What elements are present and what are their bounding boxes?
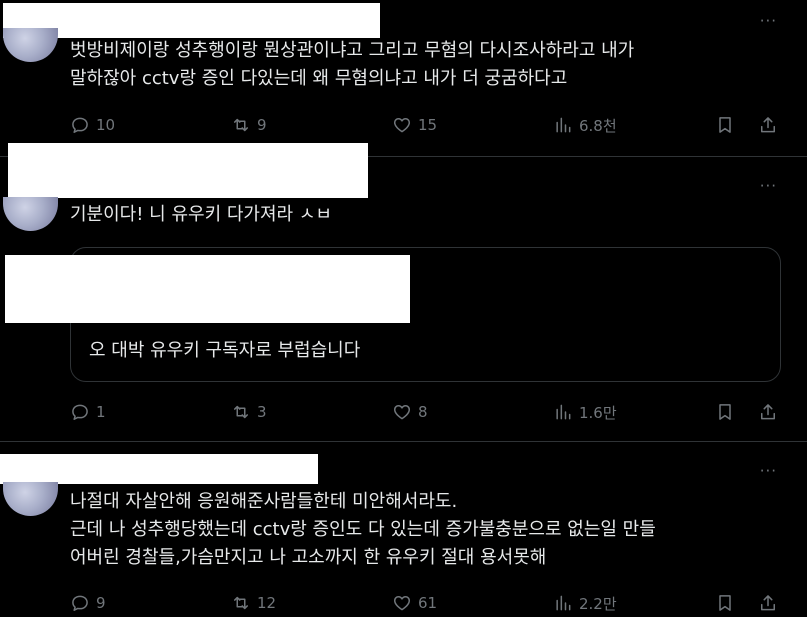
bookmark-icon: [719, 117, 731, 133]
post-text-line: 벗방비제이랑 성추행이랑 뭔상관이냐고 그리고 무혐의 다시조사하라고 내가: [70, 40, 635, 61]
post-text-line: 나절대 자살안해 응원해준사람들한테 미안해서라도.: [70, 491, 458, 512]
avatar[interactable]: [3, 482, 58, 516]
views-icon: [556, 595, 571, 611]
share-icon: [761, 595, 775, 611]
like-count: 15: [418, 116, 438, 134]
heart-icon: [393, 118, 411, 133]
repost-icon: [234, 596, 248, 610]
bookmark-icon: [719, 595, 731, 611]
bookmark-button[interactable]: [715, 400, 735, 424]
reply-icon: [72, 595, 88, 611]
reply-button[interactable]: 10: [70, 113, 115, 137]
like-count: 8: [418, 403, 428, 421]
view-count: 1.6만: [579, 403, 617, 422]
post-text-line: 어버린 경찰들,가슴만지고 나 고소까지 한 유우키 절대 용서못해: [70, 547, 547, 568]
heart-icon: [393, 405, 411, 420]
reply-icon: [72, 404, 88, 420]
views-icon: [556, 404, 571, 420]
repost-icon: [234, 118, 248, 132]
reply-button[interactable]: 1: [70, 400, 106, 424]
share-icon: [761, 404, 775, 420]
bookmark-button[interactable]: [715, 113, 735, 137]
reply-count: 10: [96, 116, 116, 134]
bookmark-icon: [719, 404, 731, 420]
redacted-username: [0, 454, 318, 484]
repost-button[interactable]: 3: [231, 400, 267, 424]
views-button[interactable]: 6.8천: [553, 113, 617, 137]
post-text: 기분이다! 니 유우키 다가져라 ㅅㅂ: [70, 201, 332, 229]
share-icon: [761, 117, 775, 133]
repost-button[interactable]: 12: [231, 591, 276, 615]
view-count: 6.8천: [579, 116, 617, 135]
reply-button[interactable]: 9: [70, 591, 106, 615]
share-button[interactable]: [758, 113, 778, 137]
post-3[interactable]: ··· 나절대 자살안해 응원해준사람들한테 미안해서라도. 근데 나 성추행당…: [0, 442, 807, 617]
action-bar: 1 3 8 1.6만: [70, 400, 784, 424]
post-text: 나절대 자살안해 응원해준사람들한테 미안해서라도. 근데 나 성추행당했는데 …: [70, 488, 656, 572]
reply-icon: [72, 117, 88, 133]
avatar[interactable]: [3, 28, 58, 62]
repost-button[interactable]: 9: [231, 113, 267, 137]
post-text-line: 근데 나 성추행당했는데 cctv랑 증인도 다 있는데 증가불충분으로 없는일…: [70, 519, 656, 540]
repost-count: 3: [257, 403, 267, 421]
reply-count: 1: [96, 403, 106, 421]
like-button[interactable]: 15: [392, 113, 437, 137]
repost-count: 9: [257, 116, 267, 134]
like-button[interactable]: 61: [392, 591, 437, 615]
post-2[interactable]: ··· 기분이다! 니 유우키 다가져라 ㅅㅂ 오 대박 유우키 구독자로 부럽…: [0, 143, 807, 442]
views-button[interactable]: 2.2만: [553, 591, 617, 615]
post-text-line: 말하잖아 cctv랑 증인 다있는데 왜 무혐의냐고 내가 더 궁굼하다고: [70, 68, 568, 89]
avatar[interactable]: [3, 197, 58, 231]
like-button[interactable]: 8: [392, 400, 428, 424]
quoted-post-text: 오 대박 유우키 구독자로 부럽습니다: [89, 340, 361, 361]
more-icon[interactable]: ···: [760, 12, 777, 30]
share-button[interactable]: [758, 400, 778, 424]
reply-count: 9: [96, 594, 106, 612]
bookmark-button[interactable]: [715, 591, 735, 615]
share-button[interactable]: [758, 591, 778, 615]
heart-icon: [393, 596, 411, 611]
action-bar: 9 12 61 2.2만: [70, 591, 784, 615]
redacted-quoted-username: [5, 255, 410, 323]
more-icon[interactable]: ···: [760, 462, 777, 480]
post-text-line: 기분이다! 니 유우키 다가져라 ㅅㅂ: [70, 204, 332, 225]
views-icon: [556, 117, 571, 133]
redacted-username: [8, 143, 368, 198]
repost-icon: [234, 405, 248, 419]
repost-count: 12: [257, 594, 277, 612]
redacted-username: [3, 3, 380, 38]
action-bar: 10 9 15 6.8천: [70, 113, 784, 137]
like-count: 61: [418, 594, 438, 612]
view-count: 2.2만: [579, 594, 617, 613]
views-button[interactable]: 1.6만: [553, 400, 617, 424]
post-1[interactable]: ··· 벗방비제이랑 성추행이랑 뭔상관이냐고 그리고 무혐의 다시조사하라고 …: [0, 0, 807, 157]
more-icon[interactable]: ···: [760, 177, 777, 195]
post-text: 벗방비제이랑 성추행이랑 뭔상관이냐고 그리고 무혐의 다시조사하라고 내가 말…: [70, 37, 634, 93]
